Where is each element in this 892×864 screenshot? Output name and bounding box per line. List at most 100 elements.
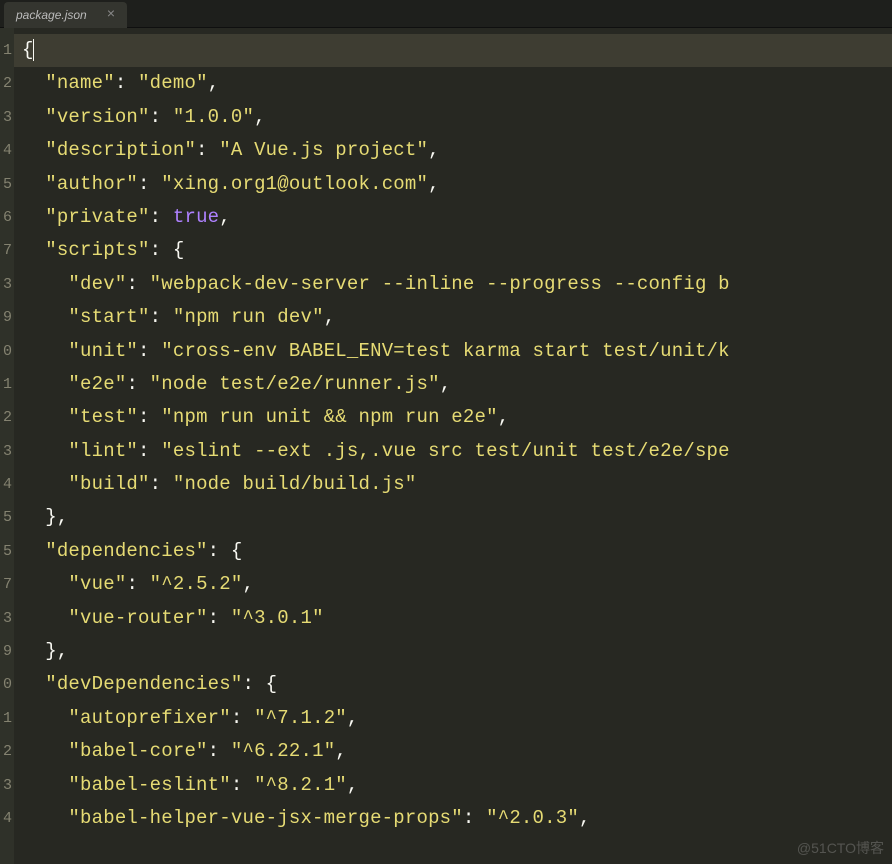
token-punct <box>22 807 68 829</box>
token-punct <box>22 72 45 94</box>
code-line[interactable]: "start": "npm run dev", <box>22 301 892 334</box>
code-line[interactable]: "vue-router": "^3.0.1" <box>22 602 892 635</box>
token-punct <box>22 673 45 695</box>
token-string: "^2.0.3" <box>486 807 579 829</box>
token-key: "babel-eslint" <box>68 774 230 796</box>
code-area[interactable]: { "name": "demo", "version": "1.0.0", "d… <box>14 28 892 864</box>
token-punct: : <box>126 573 149 595</box>
code-line[interactable]: "e2e": "node test/e2e/runner.js", <box>22 368 892 401</box>
token-punct <box>22 206 45 228</box>
token-string: "^2.5.2" <box>150 573 243 595</box>
token-punct <box>22 473 68 495</box>
code-line[interactable]: "babel-helper-vue-jsx-merge-props": "^2.… <box>22 802 892 835</box>
token-punct: : <box>231 707 254 729</box>
code-line[interactable]: "lint": "eslint --ext .js,.vue src test/… <box>22 435 892 468</box>
code-line[interactable]: { <box>14 34 892 67</box>
token-punct <box>22 607 68 629</box>
token-punct: , <box>219 206 231 228</box>
token-punct: : <box>150 106 173 128</box>
close-icon[interactable]: × <box>107 8 115 22</box>
token-punct: , <box>254 106 266 128</box>
line-number: 9 <box>0 635 14 668</box>
code-line[interactable]: "version": "1.0.0", <box>22 101 892 134</box>
editor: 123456739012345573901234 { "name": "demo… <box>0 28 892 864</box>
token-punct: : <box>115 72 138 94</box>
code-line[interactable]: "build": "node build/build.js" <box>22 468 892 501</box>
code-line[interactable]: "test": "npm run unit && npm run e2e", <box>22 401 892 434</box>
token-punct: , <box>428 173 440 195</box>
token-key: "dependencies" <box>45 540 207 562</box>
token-punct: }, <box>22 506 68 528</box>
line-number: 7 <box>0 568 14 601</box>
token-key: "devDependencies" <box>45 673 242 695</box>
token-punct: , <box>440 373 452 395</box>
token-punct: : <box>463 807 486 829</box>
token-key: "scripts" <box>45 239 149 261</box>
line-number: 3 <box>0 101 14 134</box>
token-punct: , <box>428 139 440 161</box>
token-key: "name" <box>45 72 115 94</box>
line-number: 3 <box>0 769 14 802</box>
token-punct <box>22 740 68 762</box>
token-punct <box>22 340 68 362</box>
code-line[interactable]: "devDependencies": { <box>22 668 892 701</box>
token-string: "webpack-dev-server --inline --progress … <box>150 273 730 295</box>
code-line[interactable]: "author": "xing.org1@outlook.com", <box>22 168 892 201</box>
line-number: 2 <box>0 401 14 434</box>
token-string: "node build/build.js" <box>173 473 417 495</box>
token-punct: , <box>242 573 254 595</box>
line-number: 2 <box>0 67 14 100</box>
token-punct: : <box>208 607 231 629</box>
code-line[interactable]: "autoprefixer": "^7.1.2", <box>22 702 892 735</box>
code-line[interactable]: "vue": "^2.5.2", <box>22 568 892 601</box>
token-punct: , <box>498 406 510 428</box>
token-string: "1.0.0" <box>173 106 254 128</box>
code-line[interactable]: "description": "A Vue.js project", <box>22 134 892 167</box>
line-number: 4 <box>0 802 14 835</box>
token-key: "autoprefixer" <box>68 707 230 729</box>
token-punct: : { <box>150 239 185 261</box>
line-number: 1 <box>0 702 14 735</box>
line-number: 3 <box>0 435 14 468</box>
code-line[interactable]: "unit": "cross-env BABEL_ENV=test karma … <box>22 335 892 368</box>
token-punct <box>22 306 68 328</box>
token-key: "build" <box>68 473 149 495</box>
token-key: "babel-helper-vue-jsx-merge-props" <box>68 807 462 829</box>
code-line[interactable]: "scripts": { <box>22 234 892 267</box>
code-line[interactable]: }, <box>22 635 892 668</box>
line-number: 4 <box>0 468 14 501</box>
line-number: 1 <box>0 368 14 401</box>
token-string: "npm run dev" <box>173 306 324 328</box>
token-string: "xing.org1@outlook.com" <box>161 173 428 195</box>
code-line[interactable]: }, <box>22 501 892 534</box>
line-number: 5 <box>0 535 14 568</box>
line-number: 4 <box>0 134 14 167</box>
code-line[interactable]: "babel-eslint": "^8.2.1", <box>22 769 892 802</box>
token-key: "author" <box>45 173 138 195</box>
tab-package-json[interactable]: package.json × <box>4 2 127 28</box>
token-punct: : { <box>208 540 243 562</box>
code-line[interactable]: "babel-core": "^6.22.1", <box>22 735 892 768</box>
code-line[interactable]: "dependencies": { <box>22 535 892 568</box>
token-string: "^3.0.1" <box>231 607 324 629</box>
watermark: @51CTO博客 <box>797 838 884 858</box>
token-string: "cross-env BABEL_ENV=test karma start te… <box>161 340 730 362</box>
token-punct: }, <box>22 640 68 662</box>
token-string: "^8.2.1" <box>254 774 347 796</box>
token-key: "vue-router" <box>68 607 207 629</box>
token-key: "start" <box>68 306 149 328</box>
token-punct: : <box>126 273 149 295</box>
code-line[interactable]: "dev": "webpack-dev-server --inline --pr… <box>22 268 892 301</box>
token-string: "^7.1.2" <box>254 707 347 729</box>
code-line[interactable]: "private": true, <box>22 201 892 234</box>
tab-label: package.json <box>16 8 87 22</box>
token-punct <box>22 373 68 395</box>
token-punct: , <box>335 740 347 762</box>
token-key: "vue" <box>68 573 126 595</box>
token-punct: : <box>138 406 161 428</box>
token-punct: , <box>324 306 336 328</box>
token-punct: : <box>126 373 149 395</box>
code-line[interactable]: "name": "demo", <box>22 67 892 100</box>
token-punct: : <box>150 473 173 495</box>
line-number: 5 <box>0 501 14 534</box>
